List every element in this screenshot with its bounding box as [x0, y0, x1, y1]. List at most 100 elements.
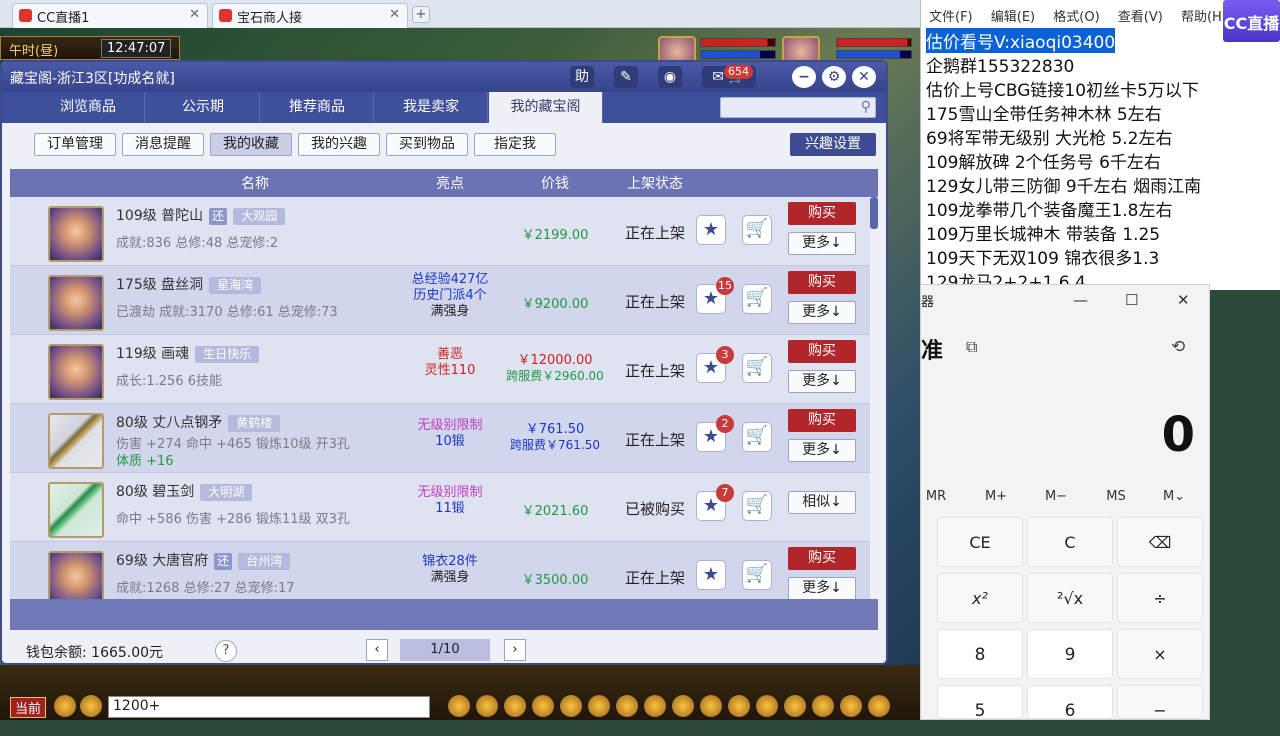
menu-help[interactable]: 帮助(H): [1181, 10, 1227, 25]
quest-icon[interactable]: [644, 695, 666, 717]
subtract-button[interactable]: −: [1117, 685, 1203, 720]
memory-list-button[interactable]: M⌄: [1149, 489, 1199, 504]
interest-settings-button[interactable]: 兴趣设置: [790, 133, 876, 156]
buy-button[interactable]: 购买: [788, 340, 856, 363]
subtab-orders[interactable]: 订单管理: [34, 133, 116, 156]
backspace-button[interactable]: ⌫: [1117, 517, 1203, 567]
favorite-star-button[interactable]: ★: [696, 560, 726, 590]
table-row[interactable]: 175级 盘丝洞 星海湾 已渡劫 成就:3170 总修:61 总宠修:73 总经验…: [10, 266, 870, 335]
favorite-star-button[interactable]: ★ 2: [696, 415, 734, 452]
digit-6-button[interactable]: 6: [1027, 685, 1113, 721]
more-button[interactable]: 更多↓: [788, 232, 856, 255]
mic-icon[interactable]: [54, 695, 76, 717]
history-icon[interactable]: ⟲: [1171, 337, 1185, 357]
table-row[interactable]: 69级 大唐官府还台州湾 成就:1268 总修:27 总宠修:17 锦衣28件 …: [10, 542, 870, 599]
favorite-star-button[interactable]: ★ 3: [696, 346, 734, 383]
more-button[interactable]: 更多↓: [788, 439, 856, 462]
add-to-cart-button[interactable]: 🛒: [742, 215, 772, 245]
favorite-star-button[interactable]: ★ 7: [696, 484, 734, 521]
tab-my-pavilion[interactable]: 我的藏宝阁: [489, 92, 603, 123]
mount-icon[interactable]: [756, 695, 778, 717]
menu-format[interactable]: 格式(O): [1053, 10, 1099, 25]
table-row[interactable]: 119级 画魂 生日快乐 成长:1.256 6技能 善恶 灵性110 ￥12000…: [10, 335, 870, 404]
add-to-cart-button[interactable]: 🛒: [742, 491, 772, 521]
notepad-line[interactable]: 109龙拳带几个装备魔王1.8左右: [926, 196, 1172, 221]
skill-icon[interactable]: [448, 695, 470, 717]
browser-tab-gem-merchant[interactable]: 宝石商人接 ✕: [212, 3, 408, 28]
similar-button[interactable]: 相似↓: [788, 491, 856, 514]
add-to-cart-button[interactable]: 🛒: [742, 560, 772, 590]
guild-icon[interactable]: [672, 695, 694, 717]
tab-browse[interactable]: 浏览商品: [32, 92, 145, 123]
scrollbar-thumb[interactable]: [870, 197, 878, 229]
friend-icon[interactable]: [532, 695, 554, 717]
smiley-icon[interactable]: [840, 695, 862, 717]
clear-button[interactable]: C: [1027, 517, 1113, 567]
table-row[interactable]: 109级 普陀山还大观园 成就:836 总修:48 总宠修:2 ￥2199.00…: [10, 197, 870, 266]
subtab-reminders[interactable]: 消息提醒: [122, 133, 204, 156]
notepad-line[interactable]: 109解放碑 2个任务号 6千左右: [926, 148, 1161, 173]
maximize-icon[interactable]: ☐: [1125, 291, 1138, 309]
calculator-mode-label[interactable]: 准: [921, 333, 943, 365]
memory-recall-button[interactable]: MR: [911, 489, 961, 504]
next-page-button[interactable]: ›: [504, 639, 526, 661]
notepad-line[interactable]: 109天下无双109 锦衣很多1.3: [926, 244, 1159, 269]
item-bag-icon[interactable]: [476, 695, 498, 717]
buy-button[interactable]: 购买: [788, 547, 856, 570]
minimize-icon[interactable]: −: [792, 66, 816, 88]
close-icon[interactable]: ✕: [1177, 291, 1190, 309]
ranking-icon[interactable]: [784, 695, 806, 717]
square-button[interactable]: x²: [937, 573, 1023, 623]
chat-input[interactable]: 1200+: [108, 696, 430, 718]
add-to-cart-button[interactable]: 🛒: [742, 284, 772, 314]
notepad-line[interactable]: 估价上号CBG链接10初丝卡5万以下: [926, 76, 1199, 101]
gift-icon[interactable]: [560, 695, 582, 717]
new-tab-button[interactable]: +: [412, 6, 430, 23]
menu-file[interactable]: 文件(F): [929, 10, 973, 25]
minimize-icon[interactable]: —: [1073, 291, 1088, 309]
close-icon[interactable]: ✕: [852, 66, 876, 88]
memory-store-button[interactable]: MS: [1091, 489, 1141, 504]
more-button[interactable]: 更多↓: [788, 301, 856, 324]
help-icon[interactable]: ?: [215, 640, 237, 662]
notepad-line[interactable]: 109万里长城神木 带装备 1.25: [926, 220, 1160, 245]
subtab-purchased[interactable]: 买到物品: [386, 133, 468, 156]
table-row[interactable]: 80级 碧玉剑 大明湖 命中 +586 伤害 +286 锻炼11级 双3孔 无级别…: [10, 473, 870, 542]
add-to-cart-button[interactable]: 🛒: [742, 422, 772, 452]
more-button[interactable]: 更多↓: [788, 577, 856, 599]
close-icon[interactable]: ✕: [189, 7, 200, 22]
emoji-icon[interactable]: [80, 695, 102, 717]
close-icon[interactable]: ✕: [389, 7, 400, 22]
notepad-line-selected[interactable]: 估价看号V:xiaoqi03400: [926, 28, 1116, 53]
prev-page-button[interactable]: ‹: [366, 639, 388, 661]
shop-icon[interactable]: [700, 695, 722, 717]
tab-seller[interactable]: 我是卖家: [375, 92, 488, 123]
pen-icon[interactable]: ✎: [614, 66, 638, 88]
favorite-star-button[interactable]: ★ 15: [696, 277, 734, 314]
menu-edit[interactable]: 编辑(E): [991, 10, 1035, 25]
tab-public[interactable]: 公示期: [147, 92, 260, 123]
mail-icon[interactable]: [588, 695, 610, 717]
digit-9-button[interactable]: 9: [1027, 629, 1113, 679]
help-button[interactable]: 助: [570, 66, 594, 88]
table-row[interactable]: 80级 丈八点钢矛 黄鹤楼 伤害 +274 命中 +465 锻炼10级 开3孔 体…: [10, 404, 870, 473]
notepad-line[interactable]: 企鹅群155322830: [926, 52, 1074, 77]
settings-icon[interactable]: [868, 695, 890, 717]
buy-button[interactable]: 购买: [788, 409, 856, 432]
record-icon[interactable]: ◉: [658, 66, 682, 88]
search-input[interactable]: ⚲: [720, 97, 876, 118]
notepad-line[interactable]: 129女儿带三防御 9千左右 烟雨江南: [926, 172, 1201, 197]
tab-recommended[interactable]: 推荐商品: [261, 92, 374, 123]
subtab-favorites[interactable]: 我的收藏: [210, 133, 292, 156]
buy-button[interactable]: 购买: [788, 271, 856, 294]
keep-on-top-icon[interactable]: ⧉: [966, 337, 977, 357]
digit-8-button[interactable]: 8: [937, 629, 1023, 679]
search-icon[interactable]: ⚲: [861, 99, 871, 115]
pet-icon[interactable]: [728, 695, 750, 717]
team-icon[interactable]: [504, 695, 526, 717]
menu-view[interactable]: 查看(V): [1118, 10, 1163, 25]
add-to-cart-button[interactable]: 🛒: [742, 353, 772, 383]
notepad-line[interactable]: 175雪山全带任务神木林 5左右: [926, 100, 1162, 125]
multiply-button[interactable]: ×: [1117, 629, 1203, 679]
subtab-designated[interactable]: 指定我: [474, 133, 556, 156]
